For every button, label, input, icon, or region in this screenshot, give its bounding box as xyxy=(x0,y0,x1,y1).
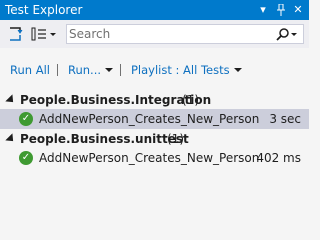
search-icon[interactable] xyxy=(275,27,299,46)
divider xyxy=(57,64,58,76)
playlist-label: Playlist : All Tests xyxy=(131,63,230,77)
run-dropdown[interactable]: Run... xyxy=(68,63,114,77)
close-icon[interactable]: ✕ xyxy=(291,2,305,18)
group-name: People.Business.unittest xyxy=(20,132,189,146)
test-group[interactable]: People.Business.Integration (1) xyxy=(0,90,309,110)
sort-icon[interactable] xyxy=(30,24,58,44)
test-name: AddNewPerson_Creates_New_Person xyxy=(39,151,260,165)
check-icon: ✓ xyxy=(19,151,33,165)
expand-arrow-icon[interactable] xyxy=(5,94,17,106)
search-box xyxy=(66,24,304,44)
group-by-icon[interactable] xyxy=(6,24,26,44)
chevron-down-icon xyxy=(233,67,242,72)
test-group[interactable]: People.Business.unittest (1) xyxy=(0,129,309,149)
group-count: (1) xyxy=(167,132,184,146)
search-input[interactable] xyxy=(69,26,259,42)
run-label: Run... xyxy=(68,63,102,77)
pin-icon[interactable] xyxy=(274,2,288,18)
chevron-down-icon xyxy=(105,67,114,72)
run-all-link[interactable]: Run All xyxy=(10,63,50,77)
toolbar xyxy=(0,20,309,48)
expand-arrow-icon[interactable] xyxy=(5,133,17,145)
test-row[interactable]: ✓ AddNewPerson_Creates_New_Person 402 ms xyxy=(0,148,309,168)
divider xyxy=(120,64,121,76)
group-count: (1) xyxy=(182,93,199,107)
playlist-dropdown[interactable]: Playlist : All Tests xyxy=(131,63,242,77)
test-duration: 3 sec xyxy=(269,112,301,126)
command-bar: Run All Run... Playlist : All Tests xyxy=(0,57,309,81)
dropdown-arrow-icon[interactable]: ▾ xyxy=(256,2,270,18)
check-icon: ✓ xyxy=(19,112,33,126)
test-duration: 402 ms xyxy=(256,151,301,165)
test-row[interactable]: ✓ AddNewPerson_Creates_New_Person 3 sec xyxy=(0,109,309,129)
window-title: Test Explorer xyxy=(5,3,83,17)
title-bar: Test Explorer ▾ ✕ xyxy=(0,0,309,20)
test-name: AddNewPerson_Creates_New_Person xyxy=(39,112,260,126)
